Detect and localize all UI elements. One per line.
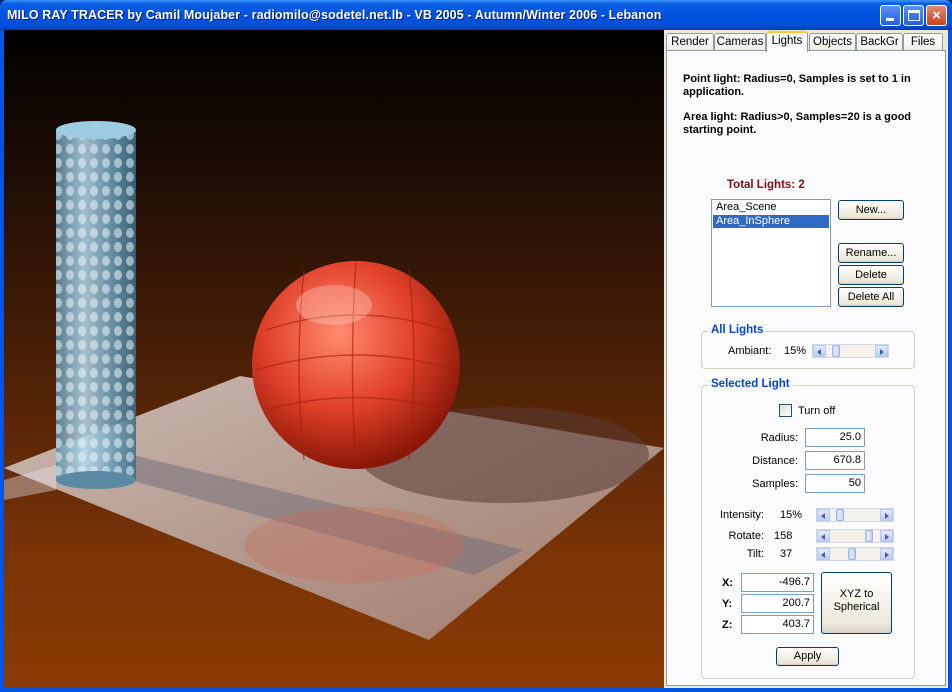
scroll-right-arrow-icon[interactable] (875, 345, 888, 357)
y-input[interactable]: 200.7 (741, 594, 814, 613)
total-lights-label: Total Lights: (727, 179, 796, 191)
maximize-button[interactable] (903, 5, 924, 26)
all-lights-group: All Lights Ambiant: 15% (701, 324, 915, 369)
rendered-scene-image (4, 121, 664, 640)
distance-label: Distance: (752, 455, 798, 467)
z-input[interactable]: 403.7 (741, 615, 814, 634)
samples-label: Samples: (752, 478, 798, 490)
delete-all-lights-button[interactable]: Delete All (838, 287, 904, 307)
new-light-button[interactable]: New... (838, 200, 904, 220)
tilt-scroll-thumb[interactable] (848, 548, 856, 560)
total-lights: Total Lights: 2 (727, 179, 805, 191)
scroll-right-arrow-icon[interactable] (880, 530, 893, 542)
list-item[interactable]: Area_Scene (713, 201, 829, 214)
turn-off-checkbox[interactable] (779, 404, 792, 417)
intensity-value: 15% (780, 509, 803, 521)
lights-tab-page: Point light: Radius=0, Samples is set to… (666, 50, 946, 686)
radius-input[interactable]: 25.0 (805, 428, 865, 447)
window-title: MILO RAY TRACER by Camil Moujaber - radi… (7, 8, 662, 22)
z-label: Z: (722, 619, 733, 631)
total-lights-count: 2 (798, 179, 805, 191)
ambient-scroll-thumb[interactable] (832, 345, 840, 357)
tilt-value: 37 (780, 548, 793, 560)
selected-light-title: Selected Light (708, 378, 793, 390)
minimize-button[interactable] (880, 5, 901, 26)
scroll-right-arrow-icon[interactable] (880, 548, 893, 560)
rotate-scroll-thumb[interactable] (865, 530, 873, 542)
intensity-label: Intensity: (719, 509, 764, 521)
tilt-label: Tilt: (746, 548, 764, 560)
point-light-note: Point light: Radius=0, Samples is set to… (683, 73, 911, 98)
scroll-left-arrow-icon[interactable] (817, 530, 830, 542)
radius-label: Radius: (760, 432, 798, 444)
intensity-scrollbar[interactable] (816, 508, 894, 522)
tab-strip: Render Cameras Lights Objects BackGr Fil… (666, 31, 948, 52)
rename-light-button[interactable]: Rename... (838, 243, 904, 263)
selected-light-group: Selected Light Turn off Radius: 25.0 Dis… (701, 378, 915, 679)
lights-listbox[interactable]: Area_Scene Area_InSphere (711, 199, 831, 307)
tab-lights[interactable]: Lights (766, 31, 808, 52)
ambient-label: Ambiant: (728, 345, 772, 357)
apply-button[interactable]: Apply (776, 647, 839, 666)
minimize-icon (886, 18, 894, 21)
scroll-left-arrow-icon[interactable] (817, 548, 830, 560)
rotate-label: Rotate: (728, 530, 764, 542)
ambient-scrollbar[interactable] (812, 344, 889, 358)
control-panel: Render Cameras Lights Objects BackGr Fil… (664, 30, 948, 688)
render-viewport[interactable] (4, 30, 664, 688)
close-button[interactable]: × (926, 5, 947, 26)
rotate-value: 158 (774, 530, 793, 542)
maximize-icon (908, 10, 920, 21)
tilt-scrollbar[interactable] (816, 547, 894, 561)
x-input[interactable]: -496.7 (741, 573, 814, 592)
x-label: X: (722, 577, 733, 589)
scroll-left-arrow-icon[interactable] (817, 509, 830, 521)
y-label: Y: (722, 598, 733, 610)
close-icon: × (932, 7, 941, 24)
xyz-to-spherical-button[interactable]: XYZ to Spherical (821, 572, 892, 634)
title-bar[interactable]: MILO RAY TRACER by Camil Moujaber - radi… (0, 0, 952, 30)
distance-input[interactable]: 670.8 (805, 451, 865, 470)
area-light-note: Area light: Radius>0, Samples=20 is a go… (683, 111, 912, 136)
scroll-right-arrow-icon[interactable] (880, 509, 893, 521)
samples-input[interactable]: 50 (805, 474, 865, 493)
all-lights-title: All Lights (708, 324, 767, 336)
scroll-left-arrow-icon[interactable] (813, 345, 826, 357)
list-item[interactable]: Area_InSphere (713, 215, 829, 228)
delete-light-button[interactable]: Delete (838, 265, 904, 285)
intensity-scroll-thumb[interactable] (836, 509, 844, 521)
ambient-value: 15% (784, 345, 807, 357)
turn-off-label: Turn off (798, 405, 836, 417)
app-window: MILO RAY TRACER by Camil Moujaber - radi… (0, 0, 952, 692)
rotate-scrollbar[interactable] (816, 529, 894, 543)
